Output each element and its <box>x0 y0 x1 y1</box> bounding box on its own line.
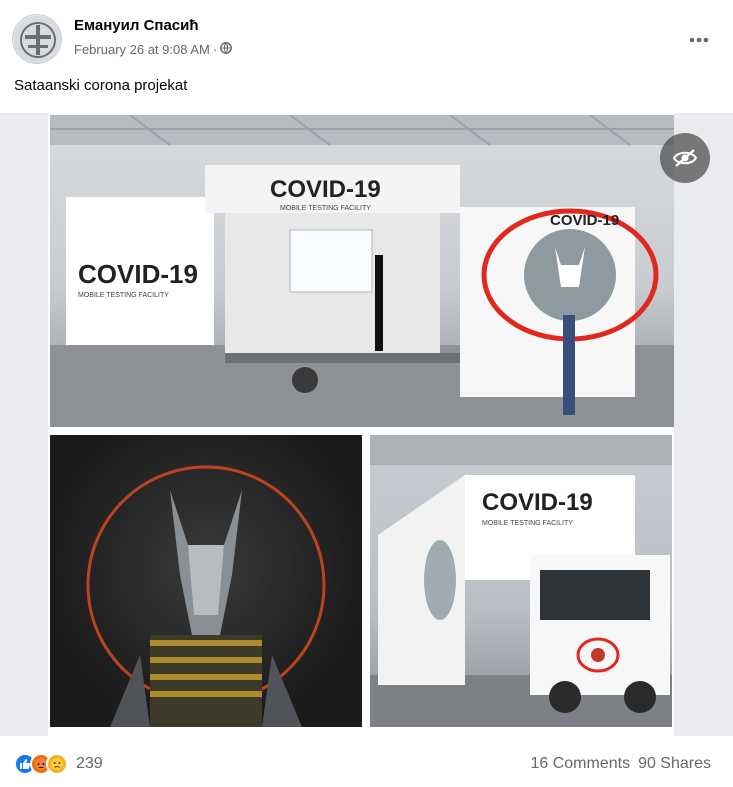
shares-count-link[interactable]: 90 Shares <box>638 755 711 773</box>
comments-count-link[interactable]: 16 Comments <box>530 755 630 773</box>
covid-sign-truck: COVID-19 <box>482 489 593 516</box>
post-stats: 16 Comments 90 Shares <box>530 755 711 773</box>
sign-subtitle-left: MOBILE TESTING FACILITY <box>78 292 169 299</box>
anubis-artwork <box>50 435 362 727</box>
hide-media-button[interactable] <box>660 133 710 183</box>
eye-slash-icon <box>672 149 698 167</box>
testing-truck-photo: COVID-19 MOBILE TESTING FACILITY <box>370 435 672 727</box>
post-timestamp[interactable]: February 26 at 9:08 AM <box>74 42 210 57</box>
globe-icon <box>220 42 233 57</box>
meta-separator: · <box>212 42 218 57</box>
post-footer: 239 16 Comments 90 Shares <box>0 736 733 787</box>
reaction-count[interactable]: 239 <box>76 755 103 773</box>
post-header: Емануил Спасић February 26 at 9:08 AM · <box>12 12 721 64</box>
covid-sign-right: COVID-19 <box>550 212 619 229</box>
covid-sign-left: COVID-19 <box>78 259 198 289</box>
post-card: Емануил Спасић February 26 at 9:08 AM · … <box>0 0 733 787</box>
reactions-summary[interactable]: 239 <box>14 753 103 775</box>
covid-sign-top: COVID-19 <box>270 176 381 203</box>
testing-trailer-photo: COVID-19 COVID-19 COVID-19 MOBILE TESTIN… <box>50 115 674 427</box>
more-options-button[interactable] <box>681 22 717 58</box>
more-icon <box>689 37 709 43</box>
author-name[interactable]: Емануил Спасић <box>74 17 199 34</box>
photo-collage[interactable]: COVID-19 COVID-19 COVID-19 MOBILE TESTIN… <box>48 113 674 736</box>
post-text: Sataanski corona projekat <box>14 77 188 94</box>
sign-subtitle-top: MOBILE TESTING FACILITY <box>280 205 371 212</box>
avatar[interactable] <box>12 14 62 64</box>
sad-icon <box>46 753 68 775</box>
post-meta: February 26 at 9:08 AM · <box>74 42 233 57</box>
sign-subtitle-truck: MOBILE TESTING FACILITY <box>482 520 573 527</box>
post-media[interactable]: COVID-19 COVID-19 COVID-19 MOBILE TESTIN… <box>0 113 733 736</box>
